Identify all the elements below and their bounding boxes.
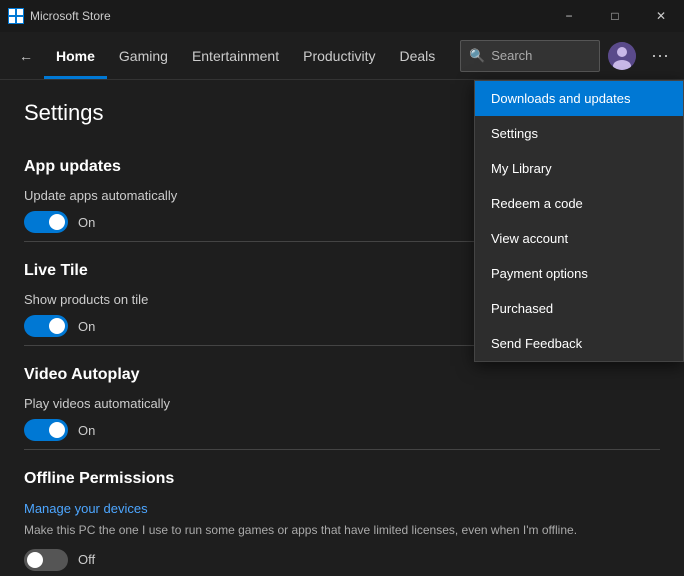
- dropdown-item-redeem-code[interactable]: Redeem a code: [475, 186, 683, 221]
- search-box[interactable]: 🔍 Search: [460, 40, 600, 72]
- dropdown-item-settings[interactable]: Settings: [475, 116, 683, 151]
- search-label: Search: [491, 48, 532, 63]
- dropdown-item-purchased[interactable]: Purchased: [475, 291, 683, 326]
- nav-right: 🔍 Search ···: [460, 40, 676, 72]
- offline-desc: Make this PC the one I use to run some g…: [24, 522, 660, 539]
- title-bar-controls: − □ ✕: [546, 0, 684, 32]
- tab-productivity[interactable]: Productivity: [291, 32, 387, 79]
- title-bar: Microsoft Store − □ ✕: [0, 0, 684, 32]
- offline-toggle-row: Off: [24, 549, 660, 571]
- dropdown-menu: Downloads and updates Settings My Librar…: [474, 80, 684, 362]
- section-title-offline: Offline Permissions: [24, 458, 660, 488]
- close-button[interactable]: ✕: [638, 0, 684, 32]
- dropdown-item-send-feedback[interactable]: Send Feedback: [475, 326, 683, 361]
- products-on-tile-toggle-text: On: [78, 319, 95, 334]
- auto-play-videos-toggle-row: On: [24, 419, 660, 441]
- nav-tabs: Home Gaming Entertainment Productivity D…: [44, 32, 460, 79]
- app-title: Microsoft Store: [30, 9, 111, 23]
- minimize-button[interactable]: −: [546, 0, 592, 32]
- main-content: Settings App updates Update apps automat…: [0, 80, 684, 576]
- section-offline-permissions: Offline Permissions Manage your devices …: [24, 458, 660, 576]
- dropdown-item-payment-options[interactable]: Payment options: [475, 256, 683, 291]
- auto-update-toggle[interactable]: [24, 211, 68, 233]
- tab-entertainment[interactable]: Entertainment: [180, 32, 291, 79]
- auto-play-videos-toggle-text: On: [78, 423, 95, 438]
- offline-toggle-text: Off: [78, 552, 95, 567]
- manage-devices-link[interactable]: Manage your devices: [24, 501, 148, 516]
- maximize-button[interactable]: □: [592, 0, 638, 32]
- setting-auto-play-videos: Play videos automatically On: [24, 396, 660, 441]
- dropdown-item-my-library[interactable]: My Library: [475, 151, 683, 186]
- back-button[interactable]: ←: [8, 38, 44, 74]
- title-bar-left: Microsoft Store: [8, 8, 111, 24]
- app-icon: [8, 8, 24, 24]
- nav-bar: ← Home Gaming Entertainment Productivity…: [0, 32, 684, 80]
- user-avatar[interactable]: [608, 42, 636, 70]
- auto-update-toggle-text: On: [78, 215, 95, 230]
- auto-play-videos-label: Play videos automatically: [24, 396, 660, 411]
- more-button[interactable]: ···: [644, 40, 676, 72]
- offline-toggle[interactable]: [24, 549, 68, 571]
- products-on-tile-toggle[interactable]: [24, 315, 68, 337]
- dropdown-item-view-account[interactable]: View account: [475, 221, 683, 256]
- tab-home[interactable]: Home: [44, 32, 107, 79]
- tab-deals[interactable]: Deals: [387, 32, 447, 79]
- auto-play-videos-toggle[interactable]: [24, 419, 68, 441]
- search-icon: 🔍: [469, 48, 485, 64]
- divider-video-autoplay: [24, 449, 660, 450]
- more-icon: ···: [651, 45, 669, 66]
- tab-gaming[interactable]: Gaming: [107, 32, 180, 79]
- back-icon: ←: [19, 48, 33, 64]
- dropdown-item-downloads[interactable]: Downloads and updates: [475, 81, 683, 116]
- section-video-autoplay: Video Autoplay Play videos automatically…: [24, 354, 660, 450]
